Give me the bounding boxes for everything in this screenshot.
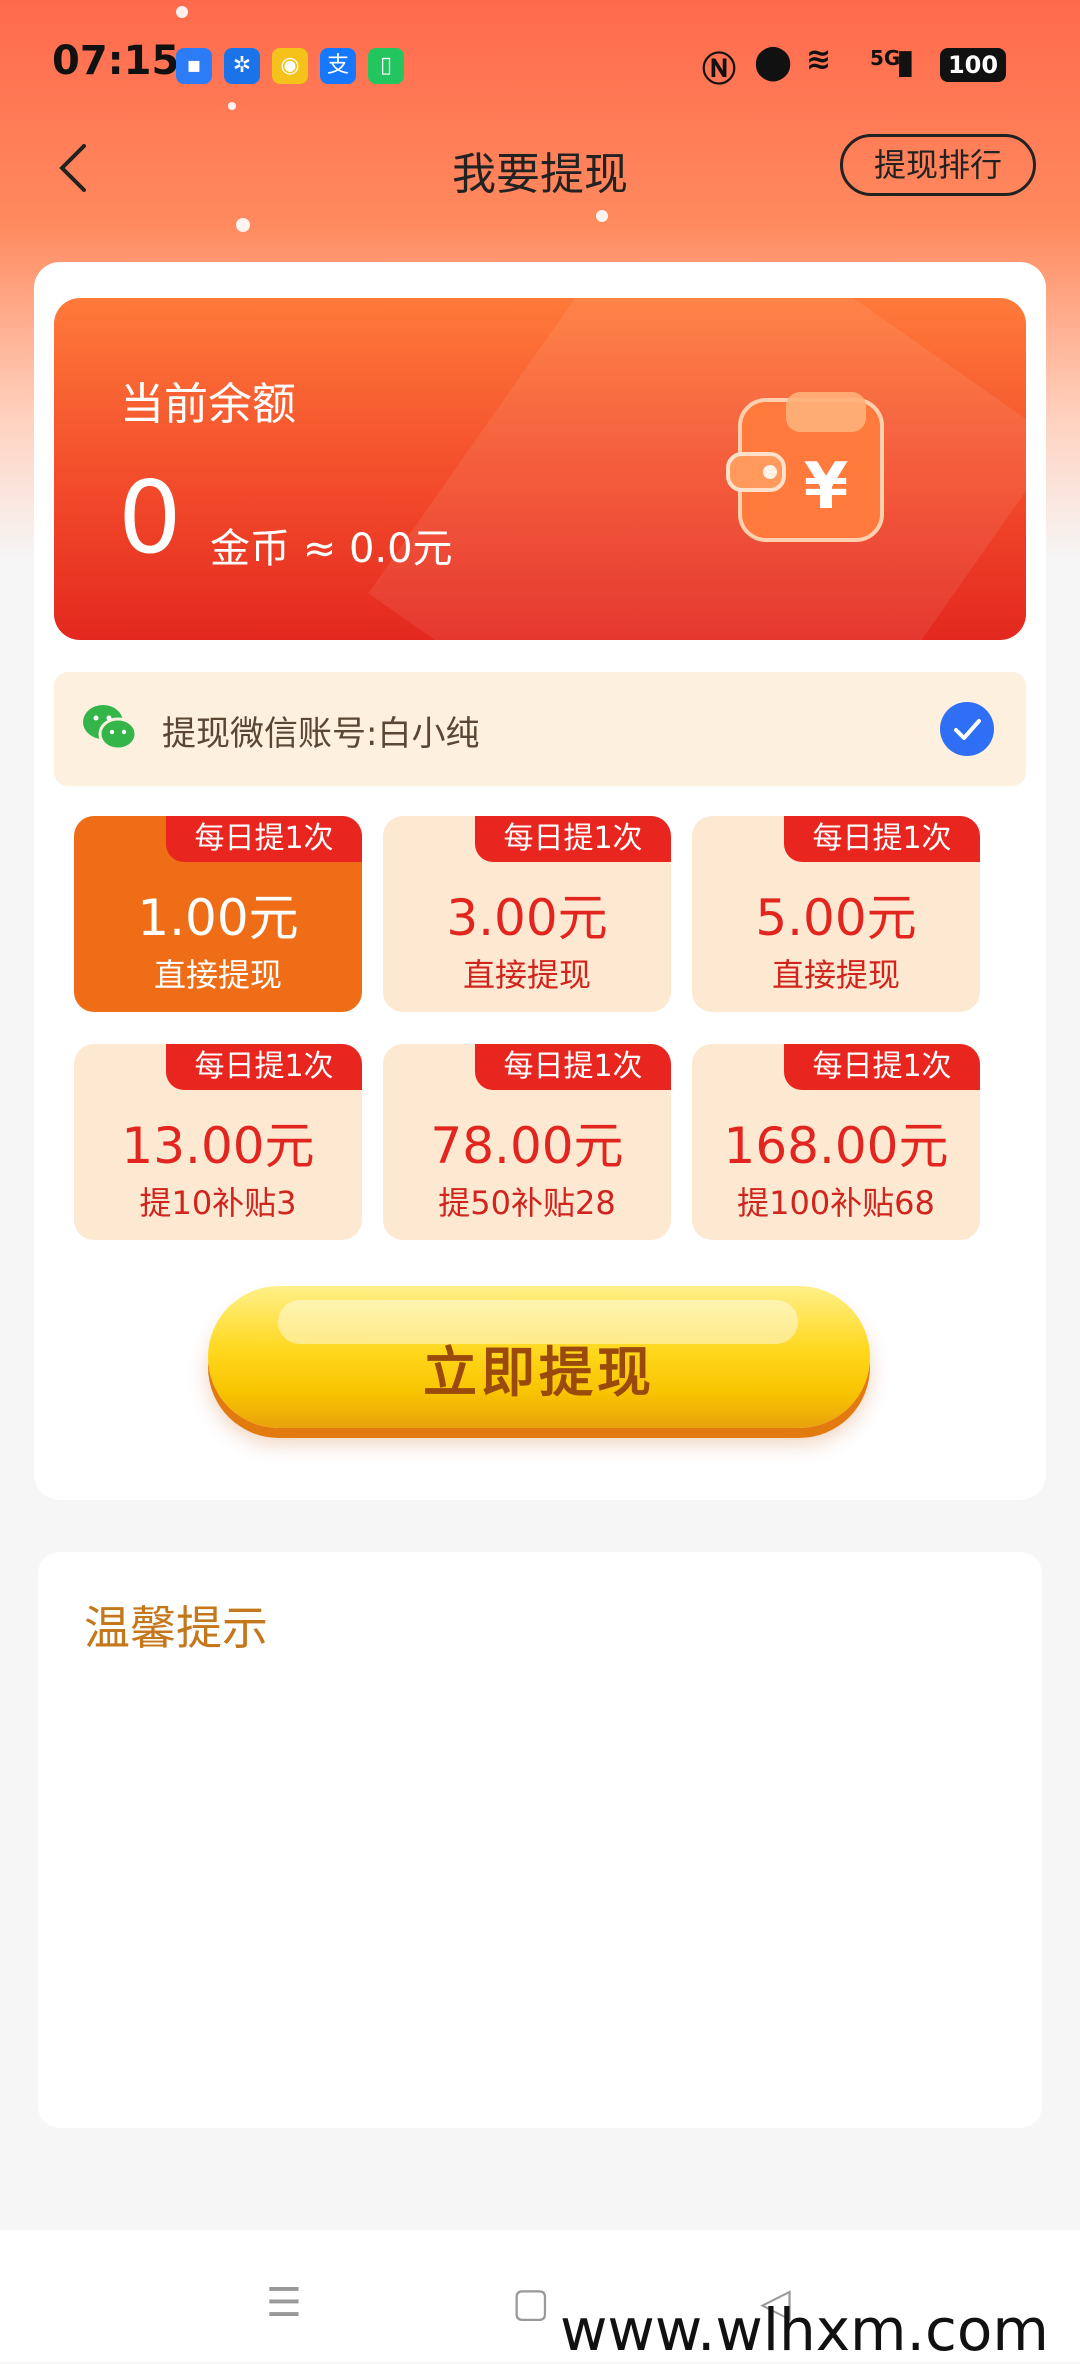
wechat-account-row[interactable]: 提现微信账号:白小纯 (54, 672, 1026, 786)
balance-conversion: 金币 ≈ 0.0元 (210, 526, 453, 572)
home-icon[interactable]: ▢ (512, 2280, 550, 2326)
daily-limit-tag: 每日提1次 (784, 1044, 980, 1090)
balance-panel: 当前余额 0 金币 ≈ 0.0元 ¥ (54, 298, 1026, 640)
option-amount: 168.00元 (723, 1117, 949, 1175)
check-icon (954, 719, 981, 740)
withdraw-option[interactable]: 每日提1次 1.00元 直接提现 (74, 816, 362, 1012)
status-bar: 07:15 ▪ ✲ ◉ 支 ▯ Ⓝ ⬤ ≋ 5G ▮ 100 (0, 0, 1080, 132)
withdraw-option[interactable]: 每日提1次 168.00元 提100补贴68 (692, 1044, 980, 1240)
daily-limit-tag: 每日提1次 (475, 1044, 671, 1090)
location-icon: ⬤ (754, 42, 793, 82)
daily-limit-tag: 每日提1次 (475, 816, 671, 862)
option-amount: 5.00元 (755, 889, 917, 947)
wallet-icon: ¥ (726, 392, 884, 542)
battery-app-icon: ▯ (368, 48, 404, 84)
status-time: 07:15 (52, 38, 180, 84)
option-description: 提100补贴68 (737, 1184, 935, 1222)
weibo-icon: ◉ (272, 48, 308, 84)
option-description: 直接提现 (771, 956, 900, 994)
option-amount: 78.00元 (430, 1117, 624, 1175)
option-amount: 13.00元 (121, 1117, 315, 1175)
withdraw-now-label: 立即提现 (423, 1341, 655, 1404)
balance-label: 当前余额 (120, 379, 296, 430)
tips-title: 温馨提示 (84, 1601, 268, 1655)
withdraw-card: 当前余额 0 金币 ≈ 0.0元 ¥ 提现微信账号:白小纯 每日提1次 1.00… (34, 262, 1046, 1500)
signal-icon: ▮ (896, 42, 915, 82)
withdraw-now-button[interactable]: 立即提现 (208, 1286, 870, 1436)
wechat-icon (83, 705, 138, 751)
account-selected-check[interactable] (940, 702, 994, 756)
option-description: 提10补贴3 (139, 1184, 297, 1222)
daily-limit-tag: 每日提1次 (784, 816, 980, 862)
decor-dot (236, 218, 250, 232)
withdraw-option[interactable]: 每日提1次 78.00元 提50补贴28 (383, 1044, 671, 1240)
withdraw-option[interactable]: 每日提1次 3.00元 直接提现 (383, 816, 671, 1012)
option-description: 提50补贴28 (438, 1184, 616, 1222)
withdraw-option[interactable]: 每日提1次 5.00元 直接提现 (692, 816, 980, 1012)
menu-icon[interactable]: ☰ (266, 2280, 302, 2326)
fan-app-icon: ✲ (224, 48, 260, 84)
wechat-account-label: 提现微信账号:白小纯 (162, 714, 480, 754)
withdraw-option[interactable]: 每日提1次 13.00元 提10补贴3 (74, 1044, 362, 1240)
withdraw-ranking-button[interactable]: 提现排行 (840, 134, 1036, 196)
message-app-icon: ▪ (176, 48, 212, 84)
option-amount: 1.00元 (137, 889, 299, 947)
watermark: www.wlhxm.com (560, 2296, 1049, 2364)
daily-limit-tag: 每日提1次 (166, 816, 362, 862)
balance-coins: 0 (118, 459, 182, 576)
wifi-icon: ≋ (806, 42, 832, 77)
option-description: 直接提现 (153, 956, 282, 994)
daily-limit-tag: 每日提1次 (166, 1044, 362, 1090)
alipay-icon: 支 (320, 48, 356, 84)
decor-dot (596, 210, 608, 222)
option-description: 直接提现 (462, 956, 591, 994)
battery-indicator: 100 (940, 48, 1006, 82)
tips-panel: 温馨提示 (38, 1552, 1042, 2128)
option-amount: 3.00元 (446, 889, 608, 947)
svg-text:¥: ¥ (804, 450, 849, 524)
nfc-icon: Ⓝ (702, 50, 736, 90)
